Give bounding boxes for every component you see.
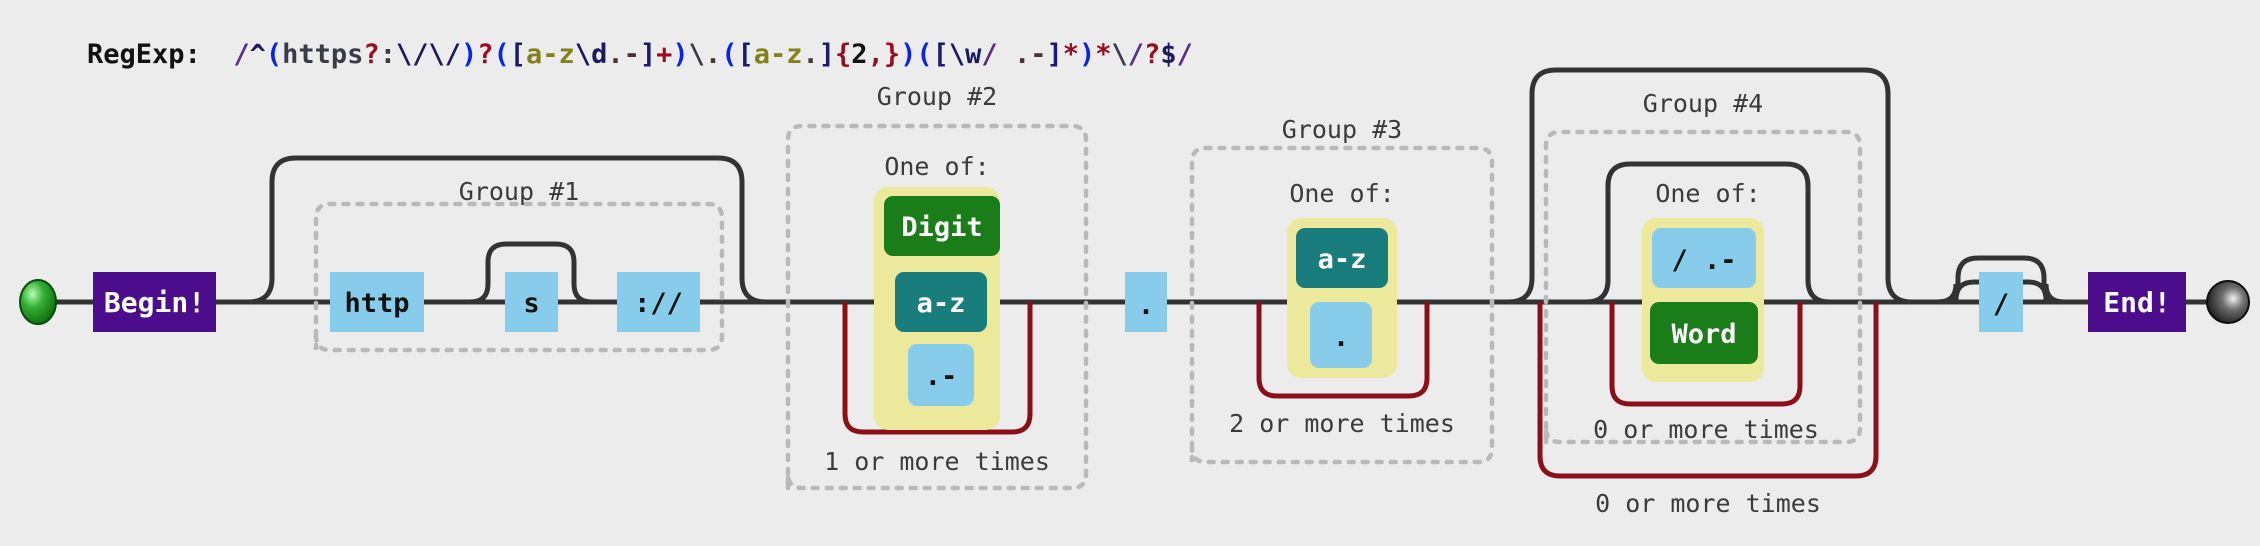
begin-node: Begin!	[93, 272, 216, 332]
group3-option-dot: .	[1310, 302, 1372, 368]
group4-outer-quantifier: 0 or more times	[1595, 489, 1821, 518]
group4-title: Group #4	[1643, 89, 1763, 118]
group2-quantifier: 1 or more times	[824, 447, 1050, 476]
group1-title: Group #1	[459, 177, 579, 206]
group4-option-slash-dot-dash: / .-	[1652, 228, 1756, 288]
end-node: End!	[2088, 272, 2186, 332]
group1-node-http-label: http	[344, 288, 409, 319]
group1-node-s-label: s	[523, 288, 539, 319]
group4-option-word-label: Word	[1671, 319, 1736, 350]
group4-inner-quantifier: 0 or more times	[1593, 415, 1819, 444]
group4-one-of-label: One of:	[1655, 179, 1760, 208]
group1-node-http: http	[330, 272, 424, 332]
group2-option-dot-dash: .-	[908, 344, 974, 406]
group3-quantifier: 2 or more times	[1229, 409, 1455, 438]
group1-node-scheme-sep-label: ://	[634, 288, 683, 319]
literal-dot-node: .	[1125, 272, 1167, 332]
railroad-diagram: Begin! Group #1 http s :// Group #2 One …	[19, 67, 2250, 518]
group2-one-of-label: One of:	[884, 152, 989, 181]
begin-label: Begin!	[104, 286, 205, 319]
trailing-slash-node: /	[1979, 272, 2023, 332]
group1-node-s: s	[505, 272, 558, 332]
group2-option-az-label: a-z	[917, 288, 966, 319]
group2-title: Group #2	[877, 82, 997, 111]
group3-title: Group #3	[1282, 115, 1402, 144]
group1-node-scheme-sep: ://	[617, 272, 700, 332]
group3-option-dot-label: .	[1333, 322, 1349, 353]
group4-option-word: Word	[1650, 302, 1758, 364]
end-circle	[2206, 280, 2250, 324]
group3-one-of-label: One of:	[1289, 179, 1394, 208]
group3-option-az-label: a-z	[1318, 244, 1367, 275]
end-label: End!	[2103, 286, 2170, 319]
trailing-slash-label: /	[1993, 289, 2009, 320]
group2-option-digit: Digit	[884, 196, 1000, 256]
group2-option-az: a-z	[895, 272, 987, 332]
start-circle	[19, 279, 57, 325]
group3-option-az: a-z	[1296, 228, 1388, 288]
regex-diagram-page: RegExp: /^(https?:\/\/)?([a-z\d.-]+)\.([…	[0, 0, 2260, 546]
literal-dot-label: .	[1138, 290, 1154, 321]
group2-option-dot-dash-label: .-	[925, 361, 958, 392]
group2-option-digit-label: Digit	[901, 212, 982, 243]
group4-option-slash-dot-dash-label: / .-	[1671, 245, 1736, 276]
